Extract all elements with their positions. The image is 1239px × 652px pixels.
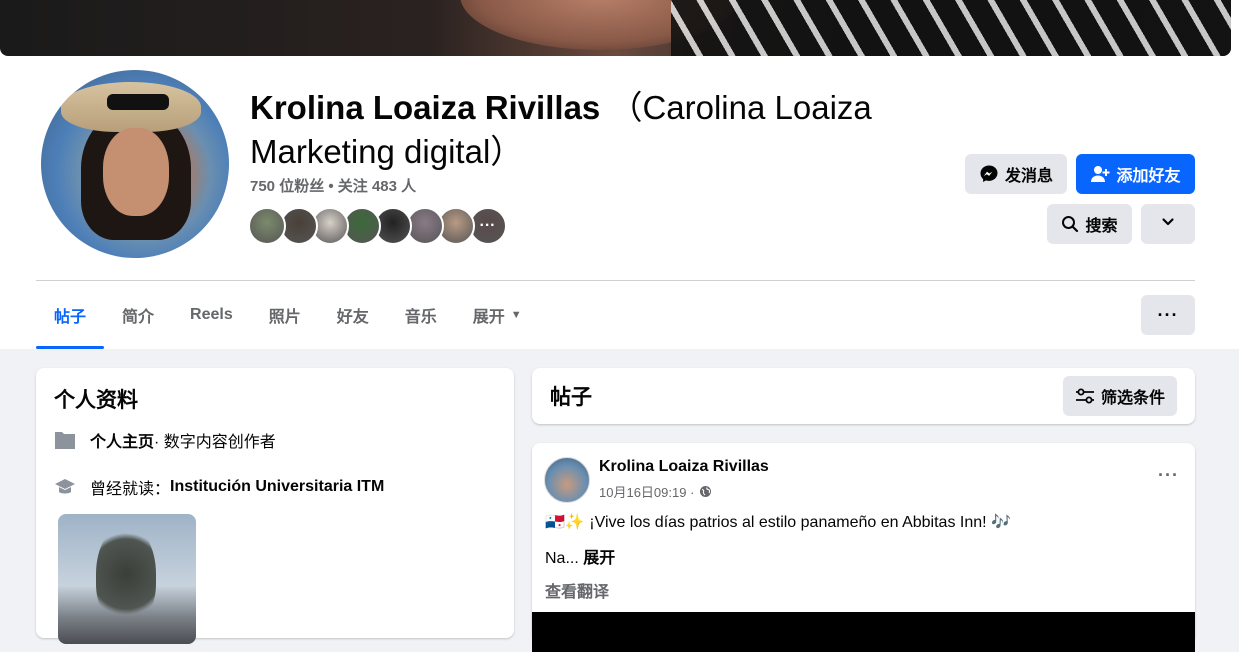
post-author-avatar[interactable] xyxy=(544,457,590,503)
tab-friends-label: 好友 xyxy=(336,309,369,326)
search-icon xyxy=(1061,215,1079,233)
filter-label: 筛选条件 xyxy=(1100,390,1165,407)
add-person-icon xyxy=(1090,164,1110,184)
avatar-glasses xyxy=(107,94,169,110)
profile-header: Krolina Loaiza Rivillas （Carolina Loaiza… xyxy=(0,0,1239,349)
friend-avatar[interactable] xyxy=(248,207,286,245)
more-actions-button[interactable] xyxy=(1141,204,1195,244)
search-label: 搜索 xyxy=(1085,218,1118,235)
add-friend-label: 添加好友 xyxy=(1116,168,1181,185)
follower-stats[interactable]: 750 位粉丝 • 关注 483 人 xyxy=(250,175,416,196)
tab-photos-label: 照片 xyxy=(268,309,301,326)
profile-avatar[interactable] xyxy=(38,67,232,261)
profile-tabs: 帖子 简介 Reels 照片 好友 音乐 展开 ▼ xyxy=(36,281,540,349)
tab-photos[interactable]: 照片 xyxy=(251,281,319,349)
message-button[interactable]: 发消息 xyxy=(965,154,1067,194)
post-card: Krolina Loaiza Rivillas 10月16日09:19 · ··… xyxy=(532,443,1195,652)
post-text-truncated: Na... xyxy=(545,550,584,567)
post-options-button[interactable]: ··· xyxy=(1158,465,1179,486)
post-text-continued: Na... 展开 xyxy=(545,544,615,568)
search-button[interactable]: 搜索 xyxy=(1047,204,1132,244)
profile-name-main: Krolina Loaiza Rivillas xyxy=(250,89,601,126)
post-meta: 10月16日09:19 · xyxy=(599,482,712,501)
graduation-cap-icon xyxy=(54,476,76,498)
tabs-more-button[interactable]: ··· xyxy=(1141,295,1195,335)
tab-music[interactable]: 音乐 xyxy=(387,281,455,349)
intro-page-row: 个人主页 · 数字内容创作者 xyxy=(54,428,276,452)
tab-more-label: 展开 xyxy=(472,309,505,326)
intro-card: 个人资料 个人主页 · 数字内容创作者 曾经就读： Institución Un… xyxy=(36,368,514,644)
tab-reels-label: Reels xyxy=(190,306,233,323)
profile-name: Krolina Loaiza Rivillas （Carolina Loaiza… xyxy=(250,86,930,174)
cover-stripes xyxy=(671,0,1231,56)
chevron-down-icon xyxy=(1161,215,1175,234)
tab-friends[interactable]: 好友 xyxy=(319,281,387,349)
tab-posts-label: 帖子 xyxy=(54,309,87,326)
see-more-link[interactable]: 展开 xyxy=(583,550,615,567)
avatar-face xyxy=(103,128,169,216)
tab-about[interactable]: 简介 xyxy=(104,281,172,349)
intro-education-prefix: 曾经就读： xyxy=(90,481,171,498)
photo-tree xyxy=(96,524,156,624)
intro-title: 个人资料 xyxy=(54,389,138,412)
intro-education-school[interactable]: Institución Universitaria ITM xyxy=(170,478,384,496)
tab-more[interactable]: 展开 ▼ xyxy=(455,281,540,349)
posts-header-card: 帖子 筛选条件 xyxy=(532,368,1195,424)
intro-education-row: 曾经就读： Institución Universitaria ITM xyxy=(54,475,384,499)
post-media[interactable] xyxy=(532,612,1195,652)
briefcase-icon xyxy=(54,429,76,451)
tab-music-label: 音乐 xyxy=(404,309,437,326)
message-label: 发消息 xyxy=(1004,168,1053,185)
post-text: 🇵🇦✨ ¡Vive los días patrios al estilo pan… xyxy=(545,514,1011,531)
posts-title: 帖子 xyxy=(550,386,592,409)
intro-page-category: · 数字内容创作者 xyxy=(154,434,276,451)
tab-about-label: 简介 xyxy=(122,309,155,326)
caret-down-icon: ▼ xyxy=(510,309,522,321)
post-time[interactable]: 10月16日09:19 · xyxy=(599,482,694,501)
globe-icon xyxy=(699,485,712,498)
messenger-icon xyxy=(979,164,999,184)
see-translation-link[interactable]: 查看翻译 xyxy=(545,578,609,602)
intro-page-label[interactable]: 个人主页 xyxy=(90,428,154,452)
intro-featured-photo[interactable] xyxy=(58,514,196,644)
post-author-name[interactable]: Krolina Loaiza Rivillas xyxy=(599,458,769,476)
filter-sliders-icon xyxy=(1075,388,1095,404)
tab-reels[interactable]: Reels xyxy=(172,281,251,349)
cover-photo[interactable] xyxy=(0,0,1231,56)
add-friend-button[interactable]: 添加好友 xyxy=(1076,154,1195,194)
filter-button[interactable]: 筛选条件 xyxy=(1062,376,1177,416)
tab-posts[interactable]: 帖子 xyxy=(36,281,105,349)
avatar-image xyxy=(41,70,229,258)
